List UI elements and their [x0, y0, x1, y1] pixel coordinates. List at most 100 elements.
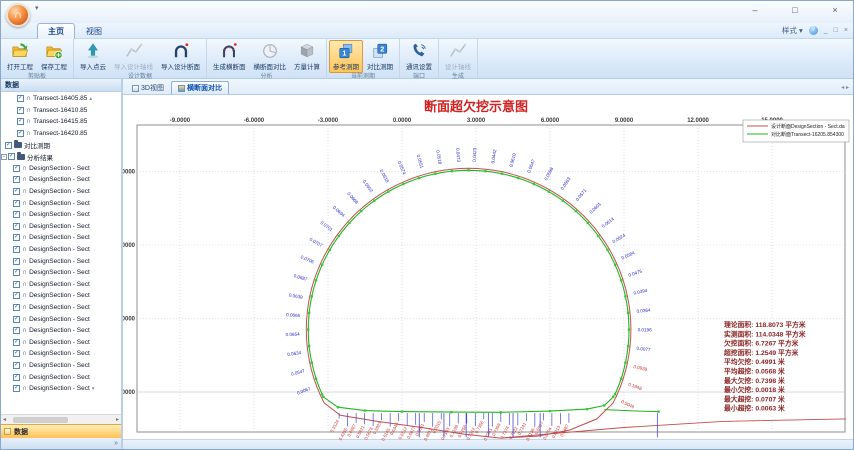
tree-item-design-section[interactable]: ✓∩DesignSection - Sect — [1, 371, 121, 383]
compare-section-icon — [260, 42, 280, 60]
doc-close-button[interactable]: × — [844, 27, 848, 34]
checkbox[interactable]: ✓ — [13, 246, 20, 253]
checkbox[interactable]: ✓ — [13, 339, 20, 346]
tree-item-transect[interactable]: ✓∩Transect-16420.85 — [1, 128, 121, 140]
design-axis-icon — [448, 42, 468, 60]
checkbox[interactable]: ✓ — [13, 304, 20, 311]
checkbox[interactable]: ✓ — [13, 200, 20, 207]
checkbox[interactable]: ✓ — [13, 374, 20, 381]
tree-horizontal-scrollbar[interactable]: ◂ ▸ — [1, 414, 121, 424]
checkbox[interactable]: ✓ — [13, 327, 20, 334]
volume-calc-icon — [297, 42, 317, 60]
tree-item-design-section[interactable]: ✓∩DesignSection - Sect — [1, 279, 121, 291]
ribbon-tab-0[interactable]: 主页 — [37, 23, 75, 39]
tree-item-design-section[interactable]: ✓∩DesignSection - Sect — [1, 348, 121, 360]
cmp-period-button[interactable]: 2对比测期 — [363, 40, 397, 73]
maximize-button[interactable]: □ — [783, 3, 807, 18]
tree-item-transect[interactable]: ✓∩Transect-16405.85▴ — [1, 93, 121, 105]
tree-item-design-section[interactable]: ✓∩DesignSection - Sect — [1, 336, 121, 348]
checkbox[interactable]: ✓ — [13, 269, 20, 276]
tree-item-transect[interactable]: ✓∩Transect-16415.85 — [1, 116, 121, 128]
ribbon-button-label: 方量计算 — [294, 61, 320, 71]
tree-item-design-section[interactable]: ✓∩DesignSection - Sect — [1, 267, 121, 279]
checkbox[interactable]: ✓ — [17, 130, 24, 137]
titlebar: ∩ ▾ – □ × — [1, 1, 853, 23]
checkbox[interactable]: ✓ — [17, 118, 24, 125]
doc-tab-1[interactable]: 横断面对比 — [171, 81, 229, 94]
checkbox[interactable]: ✓ — [13, 165, 20, 172]
tree-item-design-section[interactable]: ✓∩DesignSection - Sect▾ — [1, 383, 121, 395]
scrollbar-thumb[interactable] — [13, 417, 68, 423]
ribbon-tab-1[interactable]: 视图 — [75, 23, 113, 39]
checkbox[interactable]: ✓ — [13, 234, 20, 241]
tree-item-design-section[interactable]: ✓∩DesignSection - Sect — [1, 174, 121, 186]
scroll-right-icon[interactable]: ▸ — [116, 416, 119, 423]
tree-expander-icon[interactable]: − — [1, 154, 7, 160]
checkbox[interactable]: ✓ — [13, 385, 20, 392]
import-pointcloud-button[interactable]: 导入点云 — [76, 40, 110, 73]
tree-item-design-section[interactable]: ✓∩DesignSection - Sect — [1, 290, 121, 302]
doc-restore-button[interactable]: □ — [834, 27, 838, 34]
checkbox[interactable]: ✓ — [13, 258, 20, 265]
tree-item-design-section[interactable]: ✓∩DesignSection - Sect — [1, 209, 121, 221]
design-axis-button[interactable]: 设计轴线 — [441, 40, 475, 73]
tree-item-design-section[interactable]: ✓∩DesignSection - Sect — [1, 232, 121, 244]
comm-settings-button[interactable]: 通讯设置 — [402, 40, 436, 73]
gen-section-button[interactable]: 生成横断面 — [209, 40, 250, 73]
window-controls: – □ × — [743, 3, 847, 18]
checkbox[interactable]: ✓ — [13, 223, 20, 230]
checkbox[interactable]: ✓ — [8, 153, 15, 160]
close-button[interactable]: × — [823, 3, 847, 18]
minimize-button[interactable]: – — [743, 3, 767, 18]
checkbox[interactable]: ✓ — [13, 176, 20, 183]
ribbon-tabs: 主页视图 — [37, 23, 113, 39]
tree-item-design-section[interactable]: ✓∩DesignSection - Sect — [1, 302, 121, 314]
tree-item-design-section[interactable]: ✓∩DesignSection - Sect — [1, 325, 121, 337]
doc-tab-0[interactable]: 3D视图 — [125, 81, 171, 94]
checkbox[interactable]: ✓ — [13, 211, 20, 218]
tree-item-label: DesignSection - Sect — [29, 188, 90, 195]
compare-section-button[interactable]: 横断面对比 — [250, 40, 291, 73]
quick-access-dropdown-icon[interactable]: ▾ — [35, 4, 39, 12]
checkbox[interactable]: ✓ — [13, 362, 20, 369]
tree-item-design-section[interactable]: ✓∩DesignSection - Sect — [1, 360, 121, 372]
checkbox[interactable]: ✓ — [17, 95, 24, 102]
tunnel-section-icon: ∩ — [22, 269, 27, 276]
tree-item-design-section[interactable]: ✓∩DesignSection - Sect — [1, 186, 121, 198]
checkbox[interactable]: ✓ — [13, 281, 20, 288]
tree-item-compare-period[interactable]: ✓对比测期 — [1, 139, 121, 151]
tunnel-section-icon: ∩ — [22, 362, 27, 369]
panel-options-icon[interactable]: » — [114, 440, 118, 447]
help-button[interactable]: ? — [809, 26, 818, 35]
tunnel-section-icon: ∩ — [22, 350, 27, 357]
doc-minimize-button[interactable]: _ — [824, 27, 828, 34]
save-project-button[interactable]: 保存工程 — [37, 40, 71, 73]
import-section-button[interactable]: 导入设计断面 — [157, 40, 204, 73]
import-axis-icon — [124, 42, 144, 60]
style-dropdown[interactable]: 样式 ▾ — [782, 25, 803, 36]
checkbox[interactable]: ✓ — [13, 350, 20, 357]
tree-item-design-section[interactable]: ✓∩DesignSection - Sect — [1, 313, 121, 325]
volume-calc-button[interactable]: 方量计算 — [290, 40, 324, 73]
scroll-marker-icon[interactable]: ▾ — [92, 386, 95, 392]
tree-item-design-section[interactable]: ✓∩DesignSection - Sect — [1, 221, 121, 233]
open-project-button[interactable]: 打开工程 — [3, 40, 37, 73]
tree-item-design-section[interactable]: ✓∩DesignSection - Sect — [1, 255, 121, 267]
checkbox[interactable]: ✓ — [13, 316, 20, 323]
scroll-left-icon[interactable]: ◂ — [3, 416, 6, 423]
ref-period-button[interactable]: 1参考测期 — [329, 40, 363, 73]
tree-item-analysis-results[interactable]: −✓分析结果 — [1, 151, 121, 163]
checkbox[interactable]: ✓ — [17, 107, 24, 114]
tree-item-design-section[interactable]: ✓∩DesignSection - Sect — [1, 163, 121, 175]
checkbox[interactable]: ✓ — [13, 188, 20, 195]
checkbox[interactable]: ✓ — [13, 292, 20, 299]
tab-scroll-icons[interactable]: ◂ ▸ — [841, 84, 849, 91]
tree-item-design-section[interactable]: ✓∩DesignSection - Sect — [1, 197, 121, 209]
tree-item-design-section[interactable]: ✓∩DesignSection - Sect — [1, 244, 121, 256]
import-axis-button[interactable]: 导入设计轴线 — [110, 40, 157, 73]
sidebar-data-tab[interactable]: 数据 — [1, 424, 121, 438]
scroll-marker-icon[interactable]: ▴ — [89, 96, 92, 102]
app-menu-button[interactable]: ∩ — [6, 3, 30, 27]
checkbox[interactable]: ✓ — [5, 142, 12, 149]
tree-item-transect[interactable]: ✓∩Transect-16410.85 — [1, 105, 121, 117]
